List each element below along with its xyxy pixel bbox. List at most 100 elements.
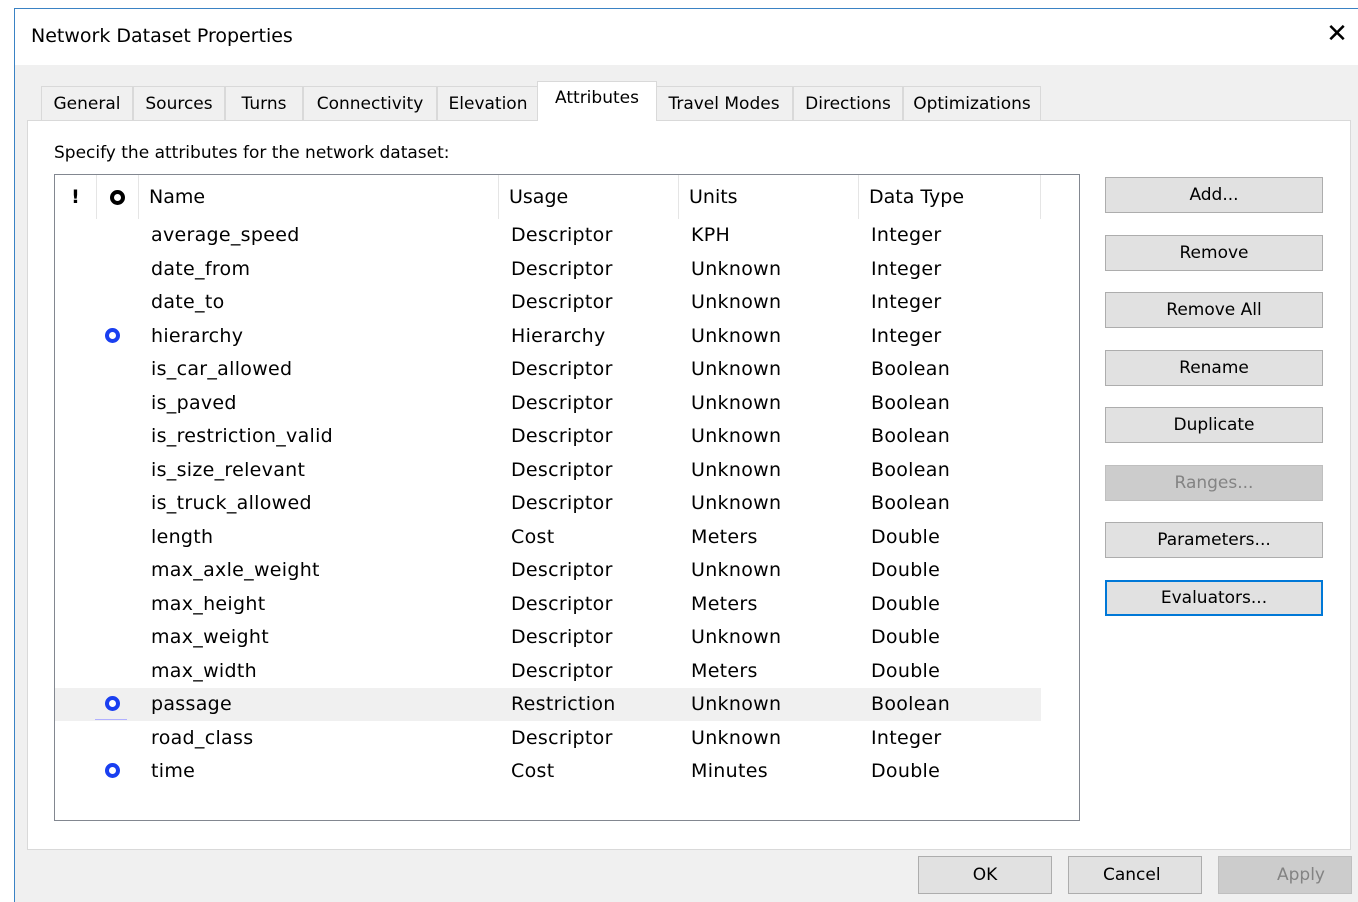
attribute-data-type: Integer [871, 224, 942, 246]
attribute-units: Meters [691, 659, 758, 682]
attribute-units: Unknown [691, 425, 782, 447]
close-icon[interactable]: ✕ [1322, 19, 1352, 49]
tab-directions[interactable]: Directions [793, 86, 903, 120]
add-button[interactable]: Add... [1105, 177, 1323, 213]
table-row[interactable]: max_width Descriptor Meters Double [55, 655, 1041, 688]
attribute-usage: Descriptor [511, 592, 613, 615]
attribute-units: Unknown [691, 324, 782, 347]
attribute-name: road_class [151, 726, 254, 749]
attribute-data-type: Double [871, 760, 941, 782]
attribute-data-type: Integer [871, 291, 942, 313]
attribute-usage: Descriptor [511, 492, 613, 514]
table-row[interactable]: time Cost Minutes Double [55, 755, 1041, 788]
default-evaluator-icon [105, 763, 120, 778]
attributes-tab-page: Specify the attributes for the network d… [27, 120, 1351, 850]
attribute-usage: Descriptor [511, 391, 613, 414]
table-row[interactable]: date_to Descriptor Unknown Integer [55, 286, 1041, 319]
column-header-name[interactable]: Name [139, 175, 499, 219]
table-row[interactable]: is_size_relevant Descriptor Unknown Boolean [55, 454, 1041, 487]
attribute-units: Unknown [691, 626, 782, 648]
parameters-button[interactable]: Parameters... [1105, 522, 1323, 558]
table-row[interactable]: max_axle_weight Descriptor Unknown Double [55, 554, 1041, 587]
attribute-units: Unknown [691, 291, 782, 313]
ranges-button[interactable]: Ranges... [1105, 465, 1323, 501]
evaluators-button[interactable]: Evaluators... [1105, 580, 1323, 616]
attribute-usage: Descriptor [511, 626, 613, 648]
table-row[interactable]: hierarchy Hierarchy Unknown Integer [55, 320, 1041, 353]
attribute-usage: Descriptor [511, 726, 613, 749]
tab-connectivity[interactable]: Connectivity [303, 86, 437, 120]
attribute-data-type: Integer [871, 324, 942, 347]
attribute-data-type: Boolean [871, 425, 951, 447]
attribute-name: is_restriction_valid [151, 425, 334, 447]
attribute-name: max_width [151, 659, 257, 682]
attribute-data-type: Integer [871, 257, 942, 280]
column-header-usage[interactable]: Usage [499, 175, 679, 219]
attribute-data-type: Double [871, 659, 941, 682]
table-row[interactable]: average_speed Descriptor KPH Integer [55, 219, 1041, 252]
duplicate-button[interactable]: Duplicate [1105, 407, 1323, 443]
list-header: ! Name Usage Units Data Type [55, 175, 1041, 219]
table-row[interactable]: max_height Descriptor Meters Double [55, 588, 1041, 621]
attribute-name: time [151, 760, 196, 782]
attribute-name: date_from [151, 257, 251, 280]
attribute-data-type: Double [871, 525, 941, 548]
attribute-units: Unknown [691, 693, 782, 715]
remove-all-button[interactable]: Remove All [1105, 292, 1323, 328]
table-row[interactable]: is_car_allowed Descriptor Unknown Boolean [55, 353, 1041, 386]
tab-sources[interactable]: Sources [133, 86, 225, 120]
table-row[interactable]: date_from Descriptor Unknown Integer [55, 253, 1041, 286]
column-header-units[interactable]: Units [679, 175, 859, 219]
attribute-usage: Cost [511, 760, 555, 782]
focus-underline [95, 719, 127, 720]
attribute-units: Unknown [691, 391, 782, 414]
column-header-evaluator[interactable] [97, 175, 139, 219]
tab-turns[interactable]: Turns [225, 86, 303, 120]
attribute-usage: Descriptor [511, 224, 613, 246]
window-title: Network Dataset Properties [31, 25, 293, 47]
attribute-name: max_height [151, 592, 266, 615]
tab-elevation[interactable]: Elevation [437, 86, 539, 120]
attribute-usage: Hierarchy [511, 324, 606, 347]
attribute-name: is_car_allowed [151, 358, 293, 380]
rename-button[interactable]: Rename [1105, 350, 1323, 386]
tab-attributes[interactable]: Attributes [537, 81, 657, 121]
attribute-name: is_truck_allowed [151, 492, 312, 514]
network-dataset-properties-dialog: Network Dataset Properties ✕ General Sour… [14, 8, 1358, 902]
column-header-warning[interactable]: ! [55, 175, 97, 219]
attribute-data-type: Boolean [871, 391, 951, 414]
title-bar: Network Dataset Properties ✕ [15, 9, 1358, 65]
attribute-name: average_speed [151, 224, 300, 246]
attribute-units: Minutes [691, 760, 768, 782]
attribute-data-type: Boolean [871, 458, 951, 481]
attribute-units: Unknown [691, 358, 782, 380]
attributes-prompt: Specify the attributes for the network d… [54, 143, 450, 163]
table-row[interactable]: length Cost Meters Double [55, 521, 1041, 554]
default-evaluator-icon [105, 327, 120, 343]
tab-optimizations[interactable]: Optimizations [903, 86, 1041, 120]
attributes-list[interactable]: ! Name Usage Units Data Type average_spe… [54, 174, 1080, 821]
cancel-button[interactable]: Cancel [1068, 856, 1202, 894]
ok-button[interactable]: OK [918, 856, 1052, 894]
attribute-units: Meters [691, 525, 758, 548]
attribute-usage: Descriptor [511, 291, 613, 313]
attribute-data-type: Double [871, 592, 941, 615]
tab-general[interactable]: General [41, 86, 133, 120]
attribute-units: Unknown [691, 559, 782, 581]
attribute-usage: Descriptor [511, 458, 613, 481]
attribute-usage: Cost [511, 525, 555, 548]
column-header-data-type[interactable]: Data Type [859, 175, 1041, 219]
table-row[interactable]: road_class Descriptor Unknown Integer [55, 722, 1041, 755]
tab-travel-modes[interactable]: Travel Modes [655, 86, 793, 120]
table-row[interactable]: is_paved Descriptor Unknown Boolean [55, 387, 1041, 420]
attribute-name: length [151, 525, 214, 548]
remove-button[interactable]: Remove [1105, 235, 1323, 271]
attribute-name: date_to [151, 291, 225, 313]
table-row[interactable]: is_truck_allowed Descriptor Unknown Boolean [55, 487, 1041, 520]
attribute-usage: Descriptor [511, 425, 613, 447]
attribute-data-type: Double [871, 559, 941, 581]
table-row[interactable]: is_restriction_valid Descriptor Unknown Boo… [55, 420, 1041, 453]
apply-button[interactable]: Apply [1218, 856, 1352, 894]
table-row[interactable]: passage Restriction Unknown Boolean [55, 688, 1041, 721]
table-row[interactable]: max_weight Descriptor Unknown Double [55, 621, 1041, 654]
